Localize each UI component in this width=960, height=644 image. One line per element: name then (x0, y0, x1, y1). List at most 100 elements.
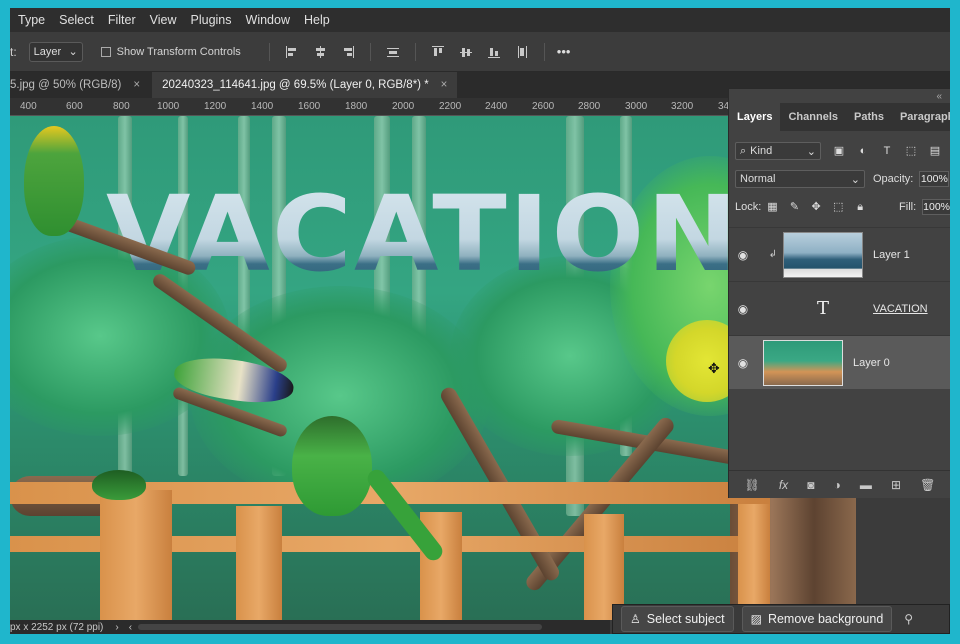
lock-artboard-icon[interactable]: ⬚ (833, 201, 843, 213)
lock-transparency-icon[interactable]: ▦ (767, 201, 777, 213)
pin-icon[interactable]: ⚲ (904, 612, 913, 626)
distribute-horizontal-icon[interactable] (516, 45, 528, 58)
menu-type[interactable]: Type (18, 13, 45, 27)
trash-icon[interactable]: 🗑︎ (920, 478, 935, 492)
tab-layers[interactable]: Layers (729, 103, 781, 131)
collapse-panel-icon[interactable]: « (936, 91, 942, 102)
tab-label: 20240323_114641.jpg @ 69.5% (Layer 0, RG… (162, 79, 429, 91)
chevron-down-icon: ⌄ (68, 46, 78, 58)
menu-select[interactable]: Select (59, 13, 94, 27)
lock-all-icon[interactable]: 🔒︎ (855, 201, 865, 213)
align-bottom-icon[interactable] (487, 46, 500, 58)
distribute-vertical-icon[interactable] (386, 46, 399, 58)
move-cursor-icon: ✥ (708, 360, 720, 376)
document-info[interactable]: px x 2252 px (72 ppi) (10, 622, 103, 633)
fill-label: Fill: (899, 201, 917, 213)
layer-row-vacation[interactable]: ◉ T VACATION (729, 281, 950, 335)
menu-bar: Type Select Filter View Plugins Window H… (10, 8, 950, 32)
panel-tabs: Layers Channels Paths Paragraph (729, 103, 950, 131)
parrot (92, 470, 146, 500)
align-top-icon[interactable] (431, 45, 444, 58)
eye-icon[interactable]: ◉ (729, 356, 757, 370)
close-icon[interactable]: × (441, 79, 448, 91)
layer-name: Layer 1 (873, 248, 910, 261)
shape-filter-icon[interactable]: ⬚ (905, 145, 917, 157)
pixel-filter-icon[interactable]: ▣ (833, 145, 845, 157)
link-icon[interactable]: ⛓ (745, 478, 760, 492)
status-arrow-icon[interactable]: › (115, 622, 118, 633)
layer-row-layer-1[interactable]: ◉ ↲ Layer 1 (729, 227, 950, 281)
tab-channels[interactable]: Channels (780, 103, 846, 131)
lock-row: Lock: ▦ ✎ ✥ ⬚ 🔒︎ Fill: 100% (729, 197, 950, 217)
horizontal-scrollbar[interactable] (138, 624, 543, 630)
show-transform-checkbox[interactable]: Show Transform Controls (100, 45, 241, 58)
mask-icon[interactable]: ◙ (807, 478, 814, 492)
menu-help[interactable]: Help (304, 13, 330, 27)
ruler-tick: 3200 (671, 101, 694, 112)
photoshop-window: Type Select Filter View Plugins Window H… (10, 8, 950, 634)
divider (543, 42, 545, 61)
more-options-icon[interactable]: ••• (557, 44, 571, 59)
divider (268, 42, 270, 61)
menu-view[interactable]: View (150, 13, 177, 27)
filter-kind-dropdown[interactable]: ⌕ Kind ⌄ (735, 142, 821, 160)
tab-document-1[interactable]: 5.jpg @ 50% (RGB/8) × (10, 72, 152, 98)
select-subject-button[interactable]: ♙ Select subject (621, 606, 734, 632)
divider (414, 42, 416, 61)
type-filter-icon[interactable]: T (881, 145, 893, 157)
layer-row-layer-0[interactable]: ◉ Layer 0 (729, 335, 950, 389)
fence-post (100, 490, 172, 620)
smart-object-filter-icon[interactable]: ▤ (929, 145, 941, 157)
ruler-tick: 1800 (345, 101, 368, 112)
align-middle-icon[interactable] (459, 46, 472, 58)
lock-image-icon[interactable]: ✎ (790, 201, 800, 213)
eye-icon[interactable]: ◉ (729, 248, 757, 262)
blend-mode-dropdown[interactable]: Normal ⌄ (735, 170, 865, 188)
blend-row: Normal ⌄ Opacity: 100% (729, 169, 950, 189)
auto-select-value: Layer (33, 45, 62, 58)
person-icon: ♙ (630, 612, 641, 626)
remove-background-button[interactable]: ▨ Remove background (741, 606, 893, 632)
show-transform-label: Show Transform Controls (116, 45, 241, 58)
new-layer-icon[interactable]: ⊞ (891, 478, 901, 492)
tab-paragraph[interactable]: Paragraph (892, 103, 950, 131)
filter-row: ⌕ Kind ⌄ ▣ ◐ T ⬚ ▤ (729, 141, 950, 161)
blend-mode-value: Normal (740, 173, 776, 185)
vacation-text-layer[interactable]: VACATION (106, 182, 757, 286)
chevron-down-icon: ⌄ (850, 173, 860, 186)
scroll-left-icon[interactable]: ‹ (129, 622, 132, 633)
layer-thumbnail (763, 339, 843, 386)
ruler-tick: 2000 (392, 101, 415, 112)
tab-document-2[interactable]: 20240323_114641.jpg @ 69.5% (Layer 0, RG… (152, 72, 458, 98)
image-icon: ▨ (750, 612, 762, 626)
menu-filter[interactable]: Filter (108, 13, 136, 27)
menu-plugins[interactable]: Plugins (191, 13, 232, 27)
adjustment-icon[interactable]: ◑ (834, 478, 841, 492)
auto-select-dropdown[interactable]: Layer ⌄ (28, 41, 83, 62)
ruler-tick: 1600 (298, 101, 321, 112)
fx-icon[interactable]: fx (779, 478, 788, 492)
ruler-tick: 800 (113, 101, 130, 112)
fill-field[interactable]: 100% (922, 199, 950, 215)
ruler-tick: 1400 (251, 101, 274, 112)
opacity-field[interactable]: 100% (919, 171, 950, 187)
ruler-tick: 1000 (157, 101, 180, 112)
tab-label: 5.jpg @ 50% (RGB/8) (10, 79, 122, 91)
menu-window[interactable]: Window (246, 13, 290, 27)
search-icon: ⌕ (740, 144, 747, 157)
ruler-tick: 2400 (485, 101, 508, 112)
close-icon[interactable]: × (133, 79, 140, 91)
align-center-icon[interactable] (314, 45, 326, 58)
options-bar: t: Layer ⌄ Show Transform Controls ••• (10, 32, 950, 72)
align-left-icon[interactable] (285, 45, 298, 58)
ruler-tick: 600 (66, 101, 83, 112)
adjustment-filter-icon[interactable]: ◐ (857, 145, 869, 157)
align-right-icon[interactable] (342, 45, 354, 58)
tab-paths[interactable]: Paths (846, 103, 892, 131)
folder-icon[interactable]: ▬ (860, 478, 872, 492)
layers-panel-footer: ⛓ fx ◙ ◑ ▬ ⊞ 🗑︎ (729, 470, 950, 498)
lock-position-icon[interactable]: ✥ (811, 201, 821, 213)
eye-icon[interactable]: ◉ (729, 302, 757, 316)
chevron-down-icon: ⌄ (806, 145, 816, 158)
fence-post (738, 504, 770, 620)
